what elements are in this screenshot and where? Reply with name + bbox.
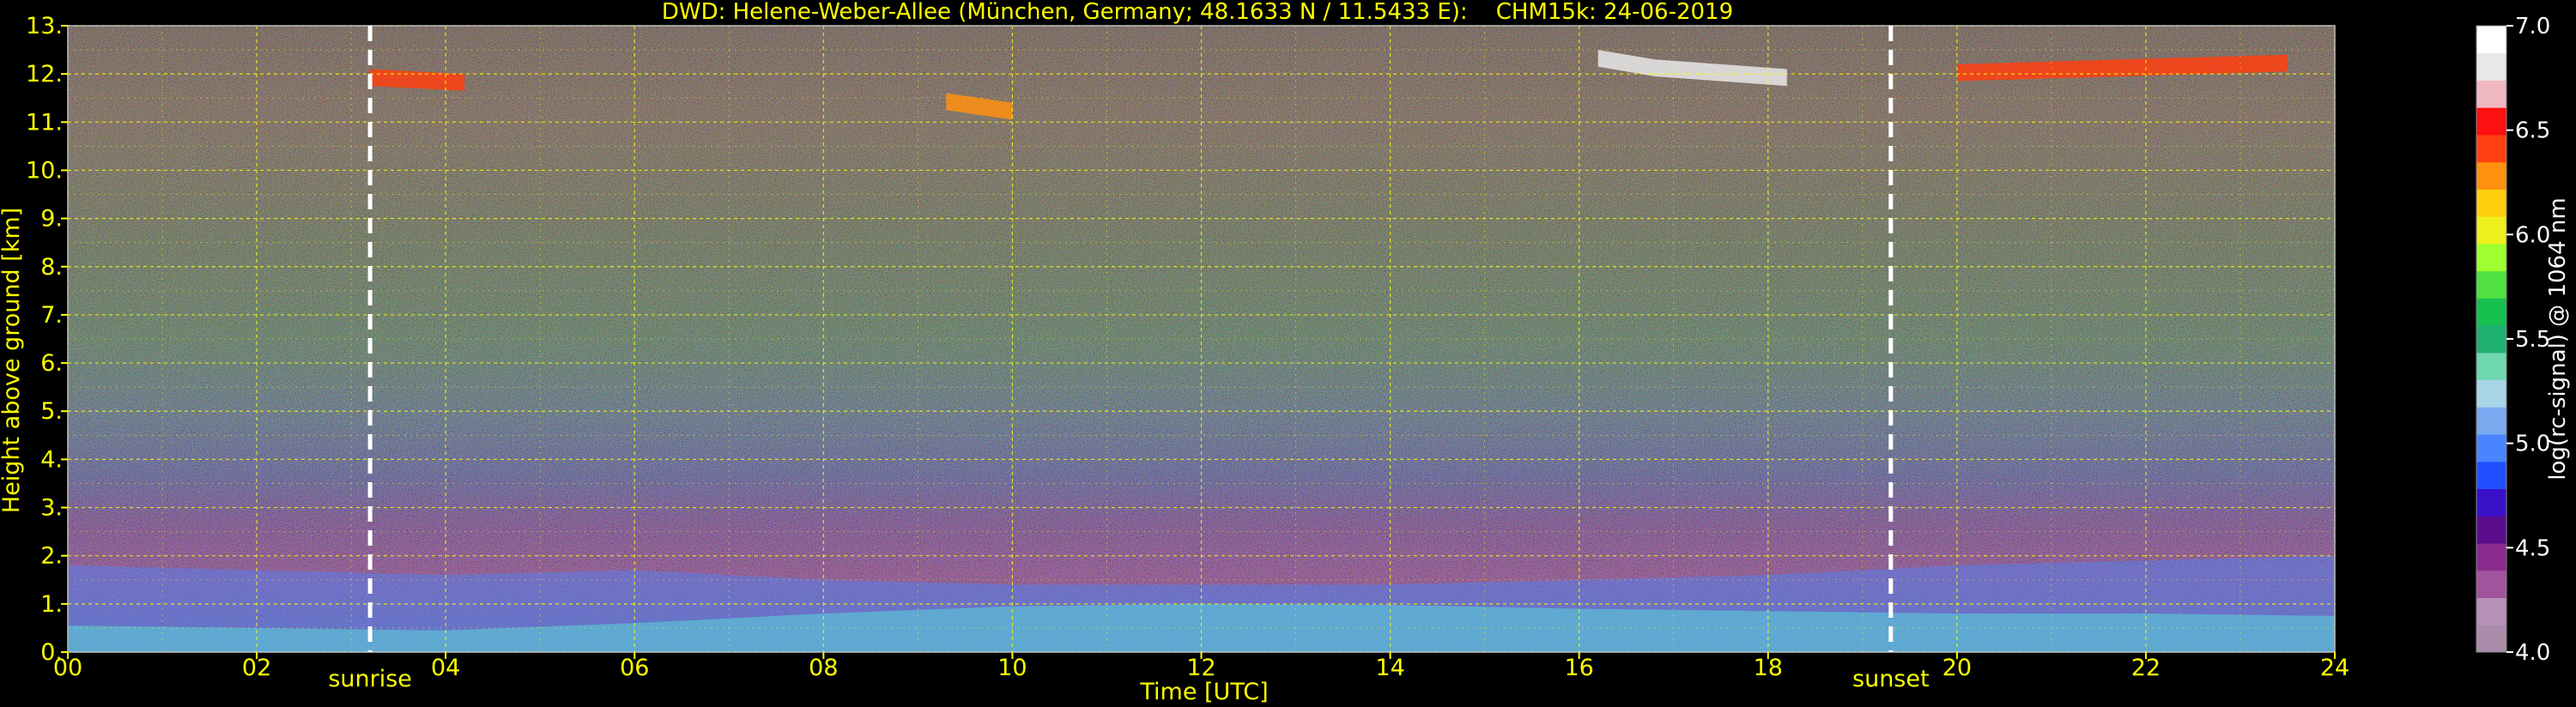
- x-tick-label: 10: [997, 655, 1027, 681]
- colorbar-swatch: [2476, 325, 2506, 354]
- y-tick-label: 1.: [40, 591, 63, 618]
- colorbar-swatch: [2476, 134, 2506, 163]
- y-tick-label: 6.: [40, 350, 63, 377]
- colorbar-tick-label: 4.5: [2515, 535, 2550, 561]
- x-tick-label: 16: [1564, 655, 1593, 681]
- colorbar-swatch: [2476, 543, 2506, 571]
- colorbar-swatch: [2476, 270, 2506, 299]
- colorbar-tick-label: 7.0: [2515, 14, 2550, 39]
- colorbar-swatch: [2476, 352, 2506, 381]
- colorbar-swatch: [2476, 516, 2506, 544]
- y-axis-label: Height above ground [km]: [0, 208, 25, 513]
- x-tick-label: 08: [809, 655, 838, 681]
- y-tick-label: 3.: [40, 495, 63, 522]
- colorbar-swatch: [2476, 434, 2506, 462]
- sunrise-label: sunrise: [328, 666, 412, 692]
- colorbar-swatch: [2476, 570, 2506, 599]
- colorbar-label: log(rc-signal) @ 1064 nm: [2545, 197, 2571, 480]
- chart-title: DWD: Helene-Weber-Allee (München, German…: [662, 0, 1733, 25]
- x-tick-label: 06: [620, 655, 649, 681]
- colorbar-swatch: [2476, 597, 2506, 625]
- colorbar: 4.04.55.05.56.06.57.0: [2476, 14, 2550, 666]
- colorbar-swatch: [2476, 52, 2506, 81]
- y-tick-label: 0.: [40, 639, 63, 666]
- y-axis-ticks: 0. 1. 2. 3. 4. 5. 6. 7. 8. 9. 10. 11. 12. 13.: [26, 13, 68, 666]
- x-tick-label: 04: [431, 655, 460, 681]
- colorbar-tick-label: 6.5: [2515, 118, 2550, 144]
- x-tick-label: 20: [1943, 655, 1972, 681]
- y-tick-label: 12.: [26, 61, 63, 88]
- y-tick-label: 9.: [40, 206, 63, 233]
- signal-noise-texture: [68, 26, 2335, 652]
- y-tick-label: 5.: [40, 398, 63, 425]
- x-tick-label: 22: [2131, 655, 2161, 681]
- sunset-label: sunset: [1852, 666, 1930, 692]
- y-tick-label: 8.: [40, 254, 63, 281]
- colorbar-tick-label: 4.0: [2515, 640, 2550, 666]
- colorbar-swatch: [2476, 488, 2506, 517]
- x-axis-label: Time [UTC]: [1139, 679, 1268, 705]
- x-tick-label: 24: [2320, 655, 2349, 681]
- y-tick-label: 10.: [26, 157, 63, 184]
- colorbar-swatch: [2476, 216, 2506, 245]
- colorbar-swatch: [2476, 107, 2506, 136]
- colorbar-swatch: [2476, 243, 2506, 272]
- colorbar-swatch: [2476, 407, 2506, 435]
- colorbar-swatch: [2476, 26, 2506, 54]
- x-tick-label: 12: [1186, 655, 1215, 681]
- colorbar-swatch: [2476, 461, 2506, 490]
- x-tick-label: 02: [242, 655, 271, 681]
- y-tick-label: 13.: [26, 13, 63, 39]
- y-tick-label: 11.: [26, 109, 63, 136]
- y-tick-label: 7.: [40, 302, 63, 329]
- colorbar-swatch: [2476, 298, 2506, 326]
- colorbar-swatch: [2476, 625, 2506, 653]
- colorbar-swatch: [2476, 189, 2506, 217]
- heatmap-plot-area: [68, 26, 2335, 652]
- y-tick-label: 4.: [40, 446, 63, 473]
- colorbar-swatch: [2476, 379, 2506, 408]
- x-tick-label: 14: [1375, 655, 1404, 681]
- colorbar-swatch: [2476, 161, 2506, 190]
- ceilometer-chart: sunrise sunset 00 02 04 06 08 10 12 14 16 18 20 22 24…: [0, 0, 2571, 705]
- colorbar-swatch: [2476, 80, 2506, 108]
- y-tick-label: 2.: [40, 543, 63, 570]
- x-tick-label: 18: [1754, 655, 1783, 681]
